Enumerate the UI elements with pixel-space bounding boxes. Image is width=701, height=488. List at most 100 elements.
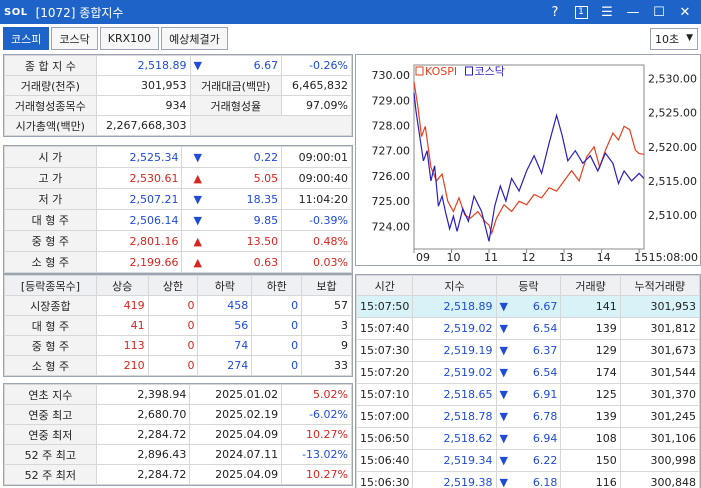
tick-change-value: 6.78 xyxy=(532,410,558,423)
mcap-value: 2,267,668,303 xyxy=(95,115,191,136)
mcap-filler xyxy=(189,115,353,136)
minimize-button[interactable]: — xyxy=(621,2,645,22)
down-arrow-icon: ▼ xyxy=(499,322,508,335)
window-title: [1072] 종합지수 xyxy=(35,5,124,20)
tick-change-value: 6.91 xyxy=(532,388,558,401)
yearly-date: 2025.01.02 xyxy=(189,384,283,405)
tick-change: ▼ 6.67 xyxy=(495,295,562,318)
index-change-value: 6.67 xyxy=(253,59,279,72)
ohlc-label: 시 가 xyxy=(4,146,97,168)
yearly-value: 2,284.72 xyxy=(95,424,191,445)
tick-cum-volume: 301,245 xyxy=(619,405,701,428)
ohlc-change: ▼ 18.35 xyxy=(181,188,283,210)
yearly-label: 연중 최저 xyxy=(4,424,97,445)
ohlc-extra: 11:04:20 xyxy=(281,188,352,210)
window-controls: ? 1 ☰ — ☐ ✕ xyxy=(543,0,697,24)
tick-index: 2,518.78 xyxy=(412,405,497,428)
up-arrow-icon: ▲ xyxy=(193,171,202,185)
down-arrow-icon: ▼ xyxy=(193,150,202,164)
plot-frame xyxy=(413,64,645,250)
breadth-value: 274 xyxy=(197,355,253,376)
ohlc-row: 소 형 주 2,199.66 ▲ 0.63 0.03% xyxy=(4,251,352,273)
period-select[interactable]: 10초 ▼ xyxy=(650,28,698,50)
yearly-value: 2,284.72 xyxy=(95,464,191,485)
index-value: 2,518.89 xyxy=(95,55,191,76)
x-axis-tick: 14 xyxy=(597,251,611,264)
tick-time: 15:07:40 xyxy=(355,317,414,340)
ohlc-value: 2,507.21 xyxy=(95,188,183,210)
breadth-value: 9 xyxy=(301,335,352,356)
help-button[interactable]: ? xyxy=(543,2,567,22)
breadth-header: 상한 xyxy=(147,275,199,296)
breadth-panel: [등락종목수] 상승 상한 하락 하한 보합 시장종합 419 0 458 0 57 대 형 주 41 0 5… xyxy=(3,274,353,377)
tick-row[interactable]: 15:07:20 2,519.02 ▼ 6.54 174 301,544 xyxy=(355,361,701,384)
tick-row[interactable]: 15:07:30 2,519.19 ▼ 6.37 129 301,673 xyxy=(355,339,701,362)
breadth-value: 0 xyxy=(147,315,199,336)
tick-index: 2,519.02 xyxy=(412,317,497,340)
down-arrow-icon: ▼ xyxy=(499,432,508,445)
tick-volume: 174 xyxy=(560,361,621,384)
page-number-icon: 1 xyxy=(574,5,588,19)
tick-cum-volume: 300,998 xyxy=(619,449,701,472)
tick-time: 15:07:30 xyxy=(355,339,414,362)
breadth-header: [등락종목수] xyxy=(4,275,97,296)
left-axis-tick: 724.00 xyxy=(372,220,411,233)
down-arrow-icon: ▼ xyxy=(499,366,508,379)
tick-row[interactable]: 15:06:30 2,519.38 ▼ 6.18 116 300,848 xyxy=(355,471,701,488)
tick-index: 2,519.38 xyxy=(412,471,497,488)
tick-volume: 116 xyxy=(560,471,621,488)
tick-row[interactable]: 15:06:40 2,519.34 ▼ 6.22 150 300,998 xyxy=(355,449,701,472)
ohlc-row: 대 형 주 2,506.14 ▼ 9.85 -0.39% xyxy=(4,209,352,231)
tick-header: 지수 xyxy=(412,275,497,296)
breadth-value: 210 xyxy=(95,355,149,376)
breadth-value: 419 xyxy=(95,295,149,316)
ohlc-change: ▲ 13.50 xyxy=(181,230,283,252)
x-axis-end-time: 15:08:00 xyxy=(649,251,698,264)
tab-kosdaq[interactable]: 코스닥 xyxy=(51,27,98,50)
tick-cum-volume: 301,370 xyxy=(619,383,701,406)
kospi-series-line xyxy=(413,81,645,236)
tick-change-value: 6.22 xyxy=(532,454,558,467)
chart-canvas: 730.00 729.00 728.00 727.00 726.00 725.00 724.… xyxy=(372,64,698,264)
tick-time: 15:07:10 xyxy=(355,383,414,406)
maximize-icon: ☐ xyxy=(653,4,665,20)
tick-time: 15:06:50 xyxy=(355,427,414,450)
down-arrow-icon: ▼ xyxy=(499,410,508,423)
tick-row[interactable]: 15:06:50 2,518.62 ▼ 6.94 108 301,106 xyxy=(355,427,701,450)
right-axis-tick: 2,530.00 xyxy=(648,73,697,86)
yearly-value: 2,398.94 xyxy=(95,384,191,405)
tick-row[interactable]: 15:07:00 2,518.78 ▼ 6.78 139 301,245 xyxy=(355,405,701,428)
index-change: ▼ 6.67 xyxy=(189,55,283,76)
tick-time: 15:07:20 xyxy=(355,361,414,384)
breadth-label: 시장종합 xyxy=(4,295,97,316)
breadth-value: 113 xyxy=(95,335,149,356)
title-bar: SOL [1072] 종합지수 ? 1 ☰ — ☐ ✕ xyxy=(0,0,701,24)
yearly-date: 2025.04.09 xyxy=(189,464,283,485)
period-select-value: 10초 xyxy=(655,33,680,46)
tick-row[interactable]: 15:07:40 2,519.02 ▼ 6.54 139 301,812 xyxy=(355,317,701,340)
up-arrow-icon: ▲ xyxy=(193,255,202,269)
ohlc-extra: -0.39% xyxy=(281,209,352,231)
breadth-label: 중 형 주 xyxy=(4,335,97,356)
tick-volume: 150 xyxy=(560,449,621,472)
tick-header: 시간 xyxy=(355,275,414,296)
page-number-button[interactable]: 1 xyxy=(569,2,593,22)
yearly-label: 연초 지수 xyxy=(4,384,97,405)
tick-row[interactable]: 15:07:50 2,518.89 ▼ 6.67 141 301,953 xyxy=(355,295,701,318)
tab-kospi[interactable]: 코스피 xyxy=(3,27,50,50)
tick-time: 15:06:40 xyxy=(355,449,414,472)
breadth-value: 0 xyxy=(147,335,199,356)
tick-row[interactable]: 15:07:10 2,518.65 ▼ 6.91 125 301,370 xyxy=(355,383,701,406)
tick-change: ▼ 6.91 xyxy=(495,383,562,406)
menu-button[interactable]: ☰ xyxy=(595,2,619,22)
yearly-label: 52 주 최저 xyxy=(4,464,97,485)
tick-volume: 125 xyxy=(560,383,621,406)
tab-krx100[interactable]: KRX100 xyxy=(99,27,160,50)
tick-change: ▼ 6.22 xyxy=(495,449,562,472)
tab-expected-price[interactable]: 예상체결가 xyxy=(161,27,228,50)
close-button[interactable]: ✕ xyxy=(673,2,697,22)
maximize-button[interactable]: ☐ xyxy=(647,2,671,22)
menu-icon: ☰ xyxy=(601,4,613,20)
ohlc-change-value: 0.63 xyxy=(253,255,279,269)
legend-swatch xyxy=(415,66,424,76)
